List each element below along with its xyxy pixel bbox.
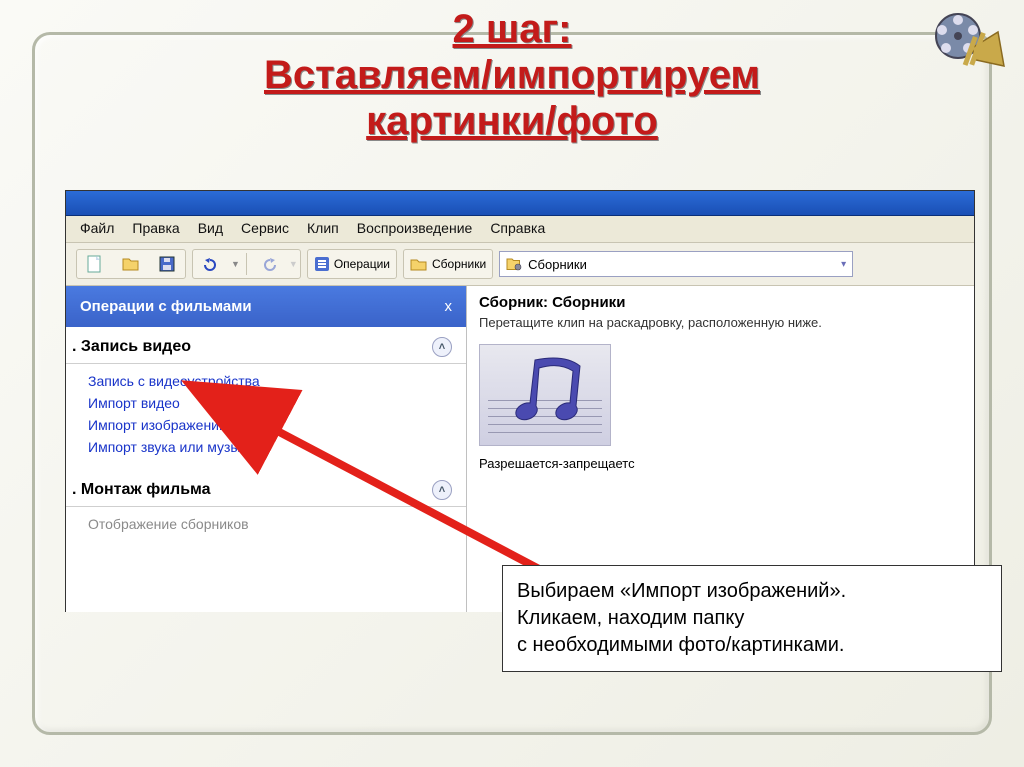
close-icon[interactable]: x [445,298,453,315]
title-line-1: 2 шаг: [453,7,572,51]
audio-clip-thumb[interactable] [479,344,611,446]
task-pane: Операции с фильмами x . Запись видео ˄ З… [66,286,467,612]
work-area: Операции с фильмами x . Запись видео ˄ З… [66,286,974,612]
instruction-note: Выбираем «Импорт изображений». Кликаем, … [502,565,1002,672]
page-title: 2 шаг: Вставляем/импортируем картинки/фо… [0,6,1024,144]
operations-label: Операции [334,257,390,271]
collections-button[interactable]: Сборники [403,249,493,279]
menubar: Файл Правка Вид Сервис Клип Воспроизведе… [66,216,974,243]
task-pane-header: Операции с фильмами x [66,286,466,327]
note-line-3: с необходимыми фото/картинками. [517,634,844,656]
menu-view[interactable]: Вид [198,220,223,236]
title-line-2: Вставляем/импортируем [264,53,760,97]
record-video-links: Запись с видеоустройства Импорт видео Им… [66,364,466,470]
collection-title: Сборник: Сборники [479,294,962,311]
window-titlebar [66,191,974,216]
combo-selected: Сборники [528,257,587,272]
menu-clip[interactable]: Клип [307,220,339,236]
music-note-icon [480,345,610,445]
save-icon[interactable] [151,252,183,276]
link-show-collections[interactable]: Отображение сборников [88,513,452,535]
collections-label: Сборники [432,257,486,271]
menu-file[interactable]: Файл [80,220,114,236]
link-import-audio[interactable]: Импорт звука или музыки [88,436,452,458]
dropdown-icon: ▼ [289,259,298,269]
section-num: . [72,481,76,498]
chevron-up-icon[interactable]: ˄ [432,337,452,357]
toolbar: ▼ ▼ Операции Сборники [66,243,974,286]
link-import-images[interactable]: Импорт изображений [88,414,452,436]
note-line-2: Кликаем, находим папку [517,607,744,629]
app-screenshot: Файл Правка Вид Сервис Клип Воспроизведе… [65,190,975,612]
section-record-video[interactable]: . Запись видео ˄ [66,327,466,364]
file-group [76,249,186,279]
menu-help[interactable]: Справка [490,220,545,236]
link-capture-device[interactable]: Запись с видеоустройства [88,370,452,392]
title-line-3: картинки/фото [366,99,658,143]
slide: 2 шаг: Вставляем/импортируем картинки/фо… [0,0,1024,767]
menu-edit[interactable]: Правка [132,220,179,236]
undo-group: ▼ ▼ [192,249,301,279]
new-file-icon[interactable] [79,252,111,276]
section-title-text: Запись видео [81,338,191,355]
redo-icon[interactable] [253,252,285,276]
dropdown-icon[interactable]: ▼ [231,259,240,269]
chevron-down-icon[interactable]: ▾ [841,259,846,270]
link-import-video[interactable]: Импорт видео [88,392,452,414]
undo-icon[interactable] [195,252,227,276]
section-title-text: Монтаж фильма [81,481,211,498]
collection-subtitle: Перетащите клип на раскадровку, располож… [479,315,962,330]
menu-play[interactable]: Воспроизведение [357,220,473,236]
menu-tools[interactable]: Сервис [241,220,289,236]
note-line-1: Выбираем «Импорт изображений». [517,580,846,602]
tasks-button[interactable]: Операции [307,249,397,279]
section-num: . [72,338,76,355]
folder-film-icon [506,257,522,271]
edit-movie-links: Отображение сборников [66,507,466,547]
divider [246,253,247,275]
collection-pane: Сборник: Сборники Перетащите клип на рас… [467,286,974,612]
clip-caption: Разрешается-запрещаетс [479,456,962,471]
section-edit-movie[interactable]: . Монтаж фильма ˄ [66,470,466,507]
open-folder-icon[interactable] [115,252,147,276]
movie-maker-icon [926,8,1006,78]
chevron-up-icon[interactable]: ˄ [432,480,452,500]
collection-combo[interactable]: Сборники ▾ [499,251,853,277]
task-pane-title: Операции с фильмами [80,298,252,315]
